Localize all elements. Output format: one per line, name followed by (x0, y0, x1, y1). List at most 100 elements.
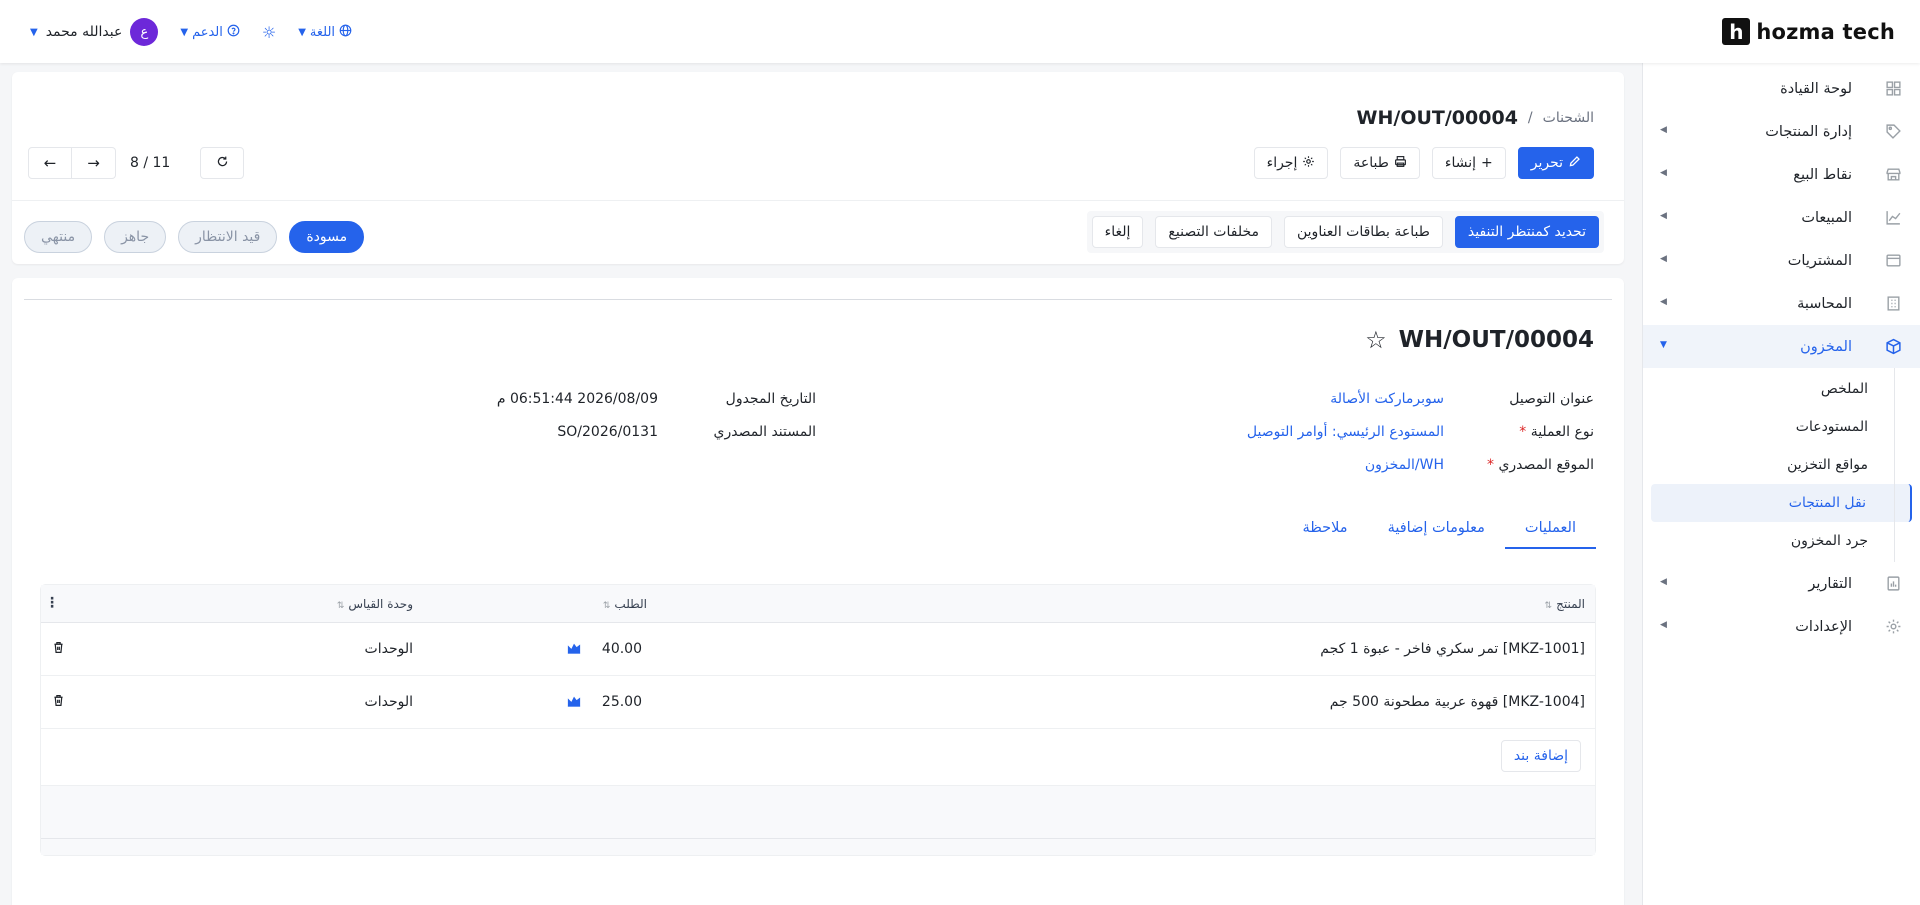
edit-button[interactable]: تحرير (1517, 147, 1594, 179)
sidebar-subitem-transfers[interactable]: نقل المنتجات (1651, 484, 1912, 522)
sidebar-item-label: المحاسبة (1797, 295, 1852, 312)
breadcrumb: الشحنات / WH/OUT/00004 (1357, 107, 1594, 129)
field-source-location: الموقع المصدري * WH/المخزون (1365, 457, 1594, 473)
scrap-button[interactable]: مخلفات التصنيع (1155, 216, 1272, 248)
theme-toggle-sun-icon[interactable]: ☼ (262, 23, 276, 42)
source-document-value[interactable]: SO/2026/0131 (557, 424, 658, 440)
operation-type-value[interactable]: المستودع الرئيسي: أوامر التوصيل (1247, 424, 1444, 440)
sidebar-item-settings[interactable]: الإعدادات ◀ (1643, 605, 1920, 648)
breadcrumb-parent[interactable]: الشحنات (1543, 110, 1594, 126)
add-line-button[interactable]: إضافة بند (1500, 740, 1581, 772)
brand-logo[interactable]: h hozma tech (1722, 18, 1895, 45)
mark-as-todo-button[interactable]: تحديد كمنتظر التنفيذ (1454, 216, 1599, 248)
operation-type-label: نوع العملية (1530, 424, 1594, 440)
optional-columns-icon[interactable]: ⋮ (45, 595, 59, 611)
sort-icon: ⇅ (602, 601, 611, 611)
create-label: إنشاء (1444, 155, 1476, 171)
language-label: اللغة (309, 24, 336, 40)
star-icon[interactable]: ☆ (1365, 326, 1387, 354)
sidebar-subitem-summary[interactable]: الملخص (1651, 370, 1912, 408)
sidebar-subitem-locations[interactable]: مواقع التخزين (1651, 446, 1912, 484)
chevron-left-icon: ◀ (1660, 577, 1667, 587)
dashboard-icon (1885, 80, 1902, 97)
tab-note[interactable]: ملاحظة (1283, 510, 1368, 549)
sidebar-item-pos[interactable]: نقاط البيع ◀ (1643, 153, 1920, 196)
sidebar-item-products[interactable]: إدارة المنتجات ◀ (1643, 110, 1920, 153)
table-row[interactable]: [MKZ-1001] تمر سكري فاخر - عبوة 1 كجم 40… (41, 623, 1595, 676)
required-mark: * (1519, 424, 1527, 440)
sidebar-item-sales[interactable]: المبيعات ◀ (1643, 196, 1920, 239)
chevron-left-icon: ◀ (1660, 297, 1667, 307)
sidebar-item-label: الإعدادات (1795, 618, 1852, 635)
pager-count[interactable]: 8 / 11 (116, 155, 180, 171)
pencil-icon (1568, 155, 1581, 172)
table-empty-row (41, 786, 1595, 839)
create-button[interactable]: + إنشاء (1431, 147, 1506, 179)
source-location-label: الموقع المصدري (1498, 457, 1594, 473)
table-footer (41, 839, 1595, 855)
wallet-icon (1885, 252, 1902, 269)
column-label: المنتج (1556, 597, 1585, 611)
sidebar-item-reports[interactable]: التقارير ◀ (1643, 562, 1920, 605)
table-row[interactable]: [MKZ-1004] قهوة عربية مطحونة 500 جم 25.0… (41, 676, 1595, 729)
delivery-address-value[interactable]: سوبرماركت الأصالة (1330, 391, 1444, 407)
record-form: WH/OUT/00004 ☆ عنوان التوصيل سوبرماركت ا… (12, 278, 1624, 905)
status-done[interactable]: منتهي (24, 221, 93, 253)
refresh-icon (216, 154, 229, 172)
chevron-left-icon: ◀ (1660, 125, 1667, 135)
avatar: ع (130, 18, 159, 46)
status-ready[interactable]: جاهز (104, 221, 167, 253)
trash-icon[interactable] (51, 641, 65, 655)
scheduled-date-value[interactable]: 2026/08/09 06:51:44 م (497, 391, 658, 407)
chevron-down-icon: ▼ (298, 26, 306, 38)
tab-additional-info[interactable]: معلومات إضافية (1368, 510, 1505, 549)
sidebar-item-accounting[interactable]: المحاسبة ◀ (1643, 282, 1920, 325)
top-bar: h hozma tech ▼ عبدالله محمد ع ▼ الدعم ☼ … (0, 0, 1920, 63)
tab-operations[interactable]: العمليات (1504, 510, 1596, 549)
column-header-uom[interactable]: وحدة القياس⇅ (337, 597, 413, 611)
print-button[interactable]: طباعة (1340, 147, 1420, 179)
language-menu[interactable]: ▼ اللغة (298, 24, 352, 41)
column-header-product[interactable]: المنتج⇅ (1545, 597, 1585, 611)
previous-record-button[interactable]: ← (28, 147, 72, 179)
record-pager: ← → 8 / 11 (28, 147, 245, 179)
help-icon (227, 24, 240, 41)
status-draft[interactable]: مسودة (289, 221, 365, 253)
action-button[interactable]: إجراء (1253, 147, 1329, 179)
user-menu[interactable]: ▼ عبدالله محمد ع (30, 18, 159, 46)
sidebar-subitem-warehouses[interactable]: المستودعات (1651, 408, 1912, 446)
sidebar-item-dashboard[interactable]: لوحة القيادة (1643, 67, 1920, 110)
support-menu[interactable]: ▼ الدعم (180, 24, 240, 41)
sidebar-subitem-stock-count[interactable]: جرد المخزون (1651, 522, 1912, 560)
field-source-document: المستند المصدري SO/2026/0131 (557, 424, 816, 440)
sidebar-item-label: المبيعات (1801, 209, 1852, 226)
record-name: WH/OUT/00004 (1398, 327, 1594, 353)
print-labels-button[interactable]: طباعة بطاقات العناوين (1284, 216, 1443, 248)
operations-table: المنتج⇅ الطلب⇅ وحدة القياس⇅ ⋮ [MKZ-1001]… (40, 584, 1596, 856)
chevron-down-icon: ▼ (30, 26, 38, 38)
field-label: عنوان التوصيل (1509, 391, 1594, 407)
cell-product: [MKZ-1001] تمر سكري فاخر - عبوة 1 كجم (1320, 641, 1585, 657)
field-label: نوع العملية * (1444, 424, 1594, 440)
sidebar-item-purchases[interactable]: المشتريات ◀ (1643, 239, 1920, 282)
field-label: الموقع المصدري * (1444, 457, 1594, 473)
next-record-button[interactable]: → (72, 147, 116, 179)
forecast-chart-icon[interactable] (567, 641, 581, 655)
refresh-button[interactable] (200, 147, 245, 179)
sidebar-item-inventory[interactable]: المخزون ▼ (1643, 325, 1920, 368)
status-waiting[interactable]: قيد الانتظار (178, 221, 278, 253)
sidebar-item-label: التقارير (1808, 575, 1852, 592)
chevron-left-icon: ◀ (1660, 211, 1667, 221)
trash-icon[interactable] (51, 694, 65, 708)
inventory-submenu: الملخص المستودعات مواقع التخزين نقل المن… (1643, 368, 1920, 562)
column-header-demand[interactable]: الطلب⇅ (603, 597, 647, 611)
column-label: الطلب (614, 597, 647, 611)
source-location-value[interactable]: WH/المخزون (1365, 457, 1444, 473)
user-name: عبدالله محمد (45, 24, 123, 40)
add-line-row: إضافة بند (41, 729, 1595, 786)
tag-icon (1885, 123, 1902, 140)
cancel-button[interactable]: إلغاء (1091, 216, 1144, 248)
record-title: WH/OUT/00004 ☆ (1365, 326, 1594, 354)
top-controls: ▼ عبدالله محمد ع ▼ الدعم ☼ ▼ اللغة (30, 17, 352, 47)
forecast-chart-icon[interactable] (567, 694, 581, 708)
